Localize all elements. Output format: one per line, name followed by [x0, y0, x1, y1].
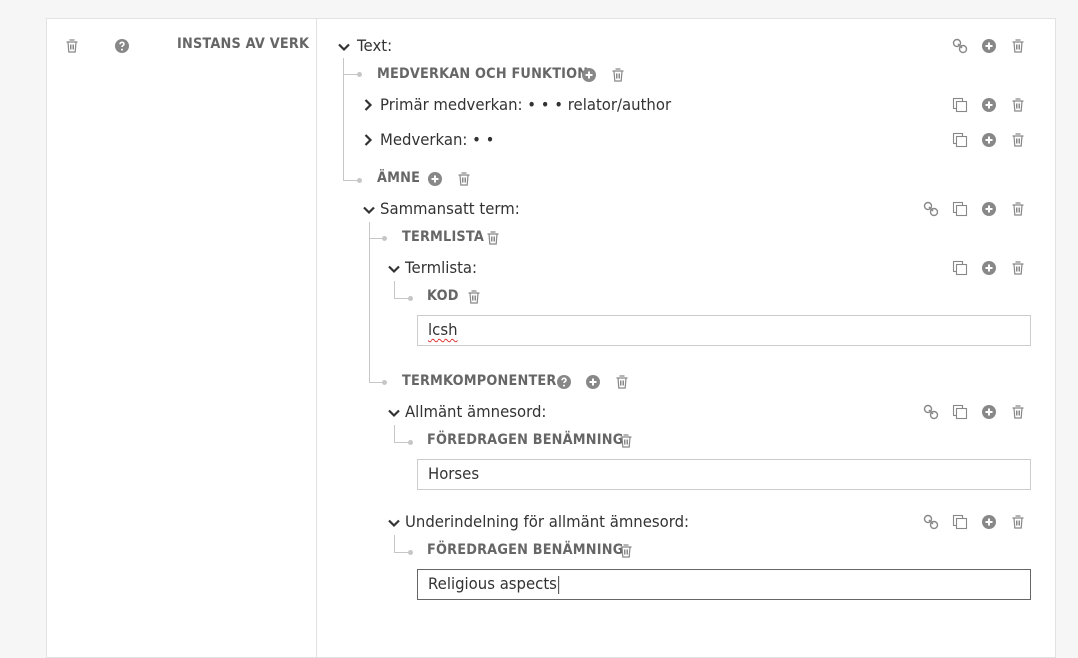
tree-line [343, 74, 357, 75]
add-icon[interactable] [585, 374, 601, 390]
tree-dot [382, 380, 387, 385]
trash-icon[interactable] [485, 230, 501, 246]
link-icon[interactable] [923, 201, 939, 217]
copy-icon[interactable] [952, 132, 968, 148]
preferred-label: FÖREDRAGEN BENÄMNING [427, 432, 624, 448]
copy-icon[interactable] [952, 201, 968, 217]
chevron-right-icon[interactable] [361, 133, 375, 147]
tree-line [394, 298, 408, 299]
text-node: Text: [357, 36, 393, 55]
add-icon[interactable] [981, 514, 997, 530]
add-icon[interactable] [981, 404, 997, 420]
trash-icon[interactable] [1010, 38, 1026, 54]
primary-contribution-node[interactable]: Primär medverkan: • • • relator/author [380, 95, 671, 114]
subject-label: ÄMNE [377, 170, 421, 186]
tree-line [343, 58, 344, 181]
add-icon[interactable] [981, 201, 997, 217]
help-icon[interactable] [114, 38, 130, 54]
add-icon[interactable] [981, 38, 997, 54]
tree-line [394, 442, 408, 443]
add-icon[interactable] [427, 171, 443, 187]
copy-icon[interactable] [952, 260, 968, 276]
trash-icon[interactable] [1010, 132, 1026, 148]
link-icon[interactable] [952, 38, 968, 54]
contribution-node[interactable]: Medverkan: • • [380, 130, 494, 149]
panel-divider [316, 18, 317, 658]
property-label: INSTANS AV VERK [177, 36, 310, 52]
add-icon[interactable] [581, 67, 597, 83]
termlist-label: TERMLISTA [402, 229, 485, 245]
chevron-down-icon[interactable] [387, 406, 401, 420]
trash-icon[interactable] [64, 38, 80, 54]
copy-icon[interactable] [952, 404, 968, 420]
trash-icon[interactable] [456, 171, 472, 187]
trash-icon[interactable] [466, 289, 482, 305]
tree-line [369, 222, 370, 382]
tree-dot [357, 178, 362, 183]
help-icon[interactable] [556, 374, 572, 390]
tree-line [394, 552, 408, 553]
preferred-label: FÖREDRAGEN BENÄMNING [427, 542, 624, 558]
trash-icon[interactable] [618, 433, 634, 449]
preferred-label-field[interactable] [417, 459, 1031, 490]
trash-icon[interactable] [1010, 514, 1026, 530]
link-icon[interactable] [923, 514, 939, 530]
general-subdivision-node: Underindelning för allmänt ämnesord: [405, 512, 690, 531]
tree-line [343, 180, 357, 181]
chevron-down-icon[interactable] [387, 262, 401, 276]
chevron-down-icon[interactable] [387, 516, 401, 530]
chevron-down-icon[interactable] [362, 203, 376, 217]
tree-dot [382, 236, 387, 241]
contribution-label: MEDVERKAN OCH FUNKTION [377, 66, 589, 82]
complex-term-node: Sammansatt term: [380, 199, 520, 218]
chevron-down-icon[interactable] [337, 40, 351, 54]
add-icon[interactable] [981, 260, 997, 276]
chevron-right-icon[interactable] [361, 98, 375, 112]
tree-dot [408, 296, 413, 301]
trash-icon[interactable] [618, 543, 634, 559]
preferred-label-field[interactable] [417, 569, 1031, 600]
trash-icon[interactable] [1010, 97, 1026, 113]
tree-dot [357, 72, 362, 77]
tree-dot [408, 440, 413, 445]
trash-icon[interactable] [1010, 404, 1026, 420]
tree-line [394, 425, 395, 442]
tree-line [394, 281, 395, 298]
general-subject-node: Allmänt ämnesord: [405, 402, 547, 421]
trash-icon[interactable] [614, 374, 630, 390]
tree-line [369, 382, 382, 383]
tree-line [394, 535, 395, 552]
copy-icon[interactable] [952, 97, 968, 113]
trash-icon[interactable] [1010, 201, 1026, 217]
tree-dot [408, 550, 413, 555]
termlist-node: Termlista: [405, 258, 478, 277]
link-icon[interactable] [923, 404, 939, 420]
code-label: KOD [427, 288, 459, 304]
add-icon[interactable] [981, 132, 997, 148]
add-icon[interactable] [981, 97, 997, 113]
trash-icon[interactable] [610, 67, 626, 83]
code-field[interactable] [417, 315, 1031, 346]
term-components-label: TERMKOMPONENTER [402, 373, 557, 389]
tree-line [369, 238, 382, 239]
copy-icon[interactable] [952, 514, 968, 530]
trash-icon[interactable] [1010, 260, 1026, 276]
